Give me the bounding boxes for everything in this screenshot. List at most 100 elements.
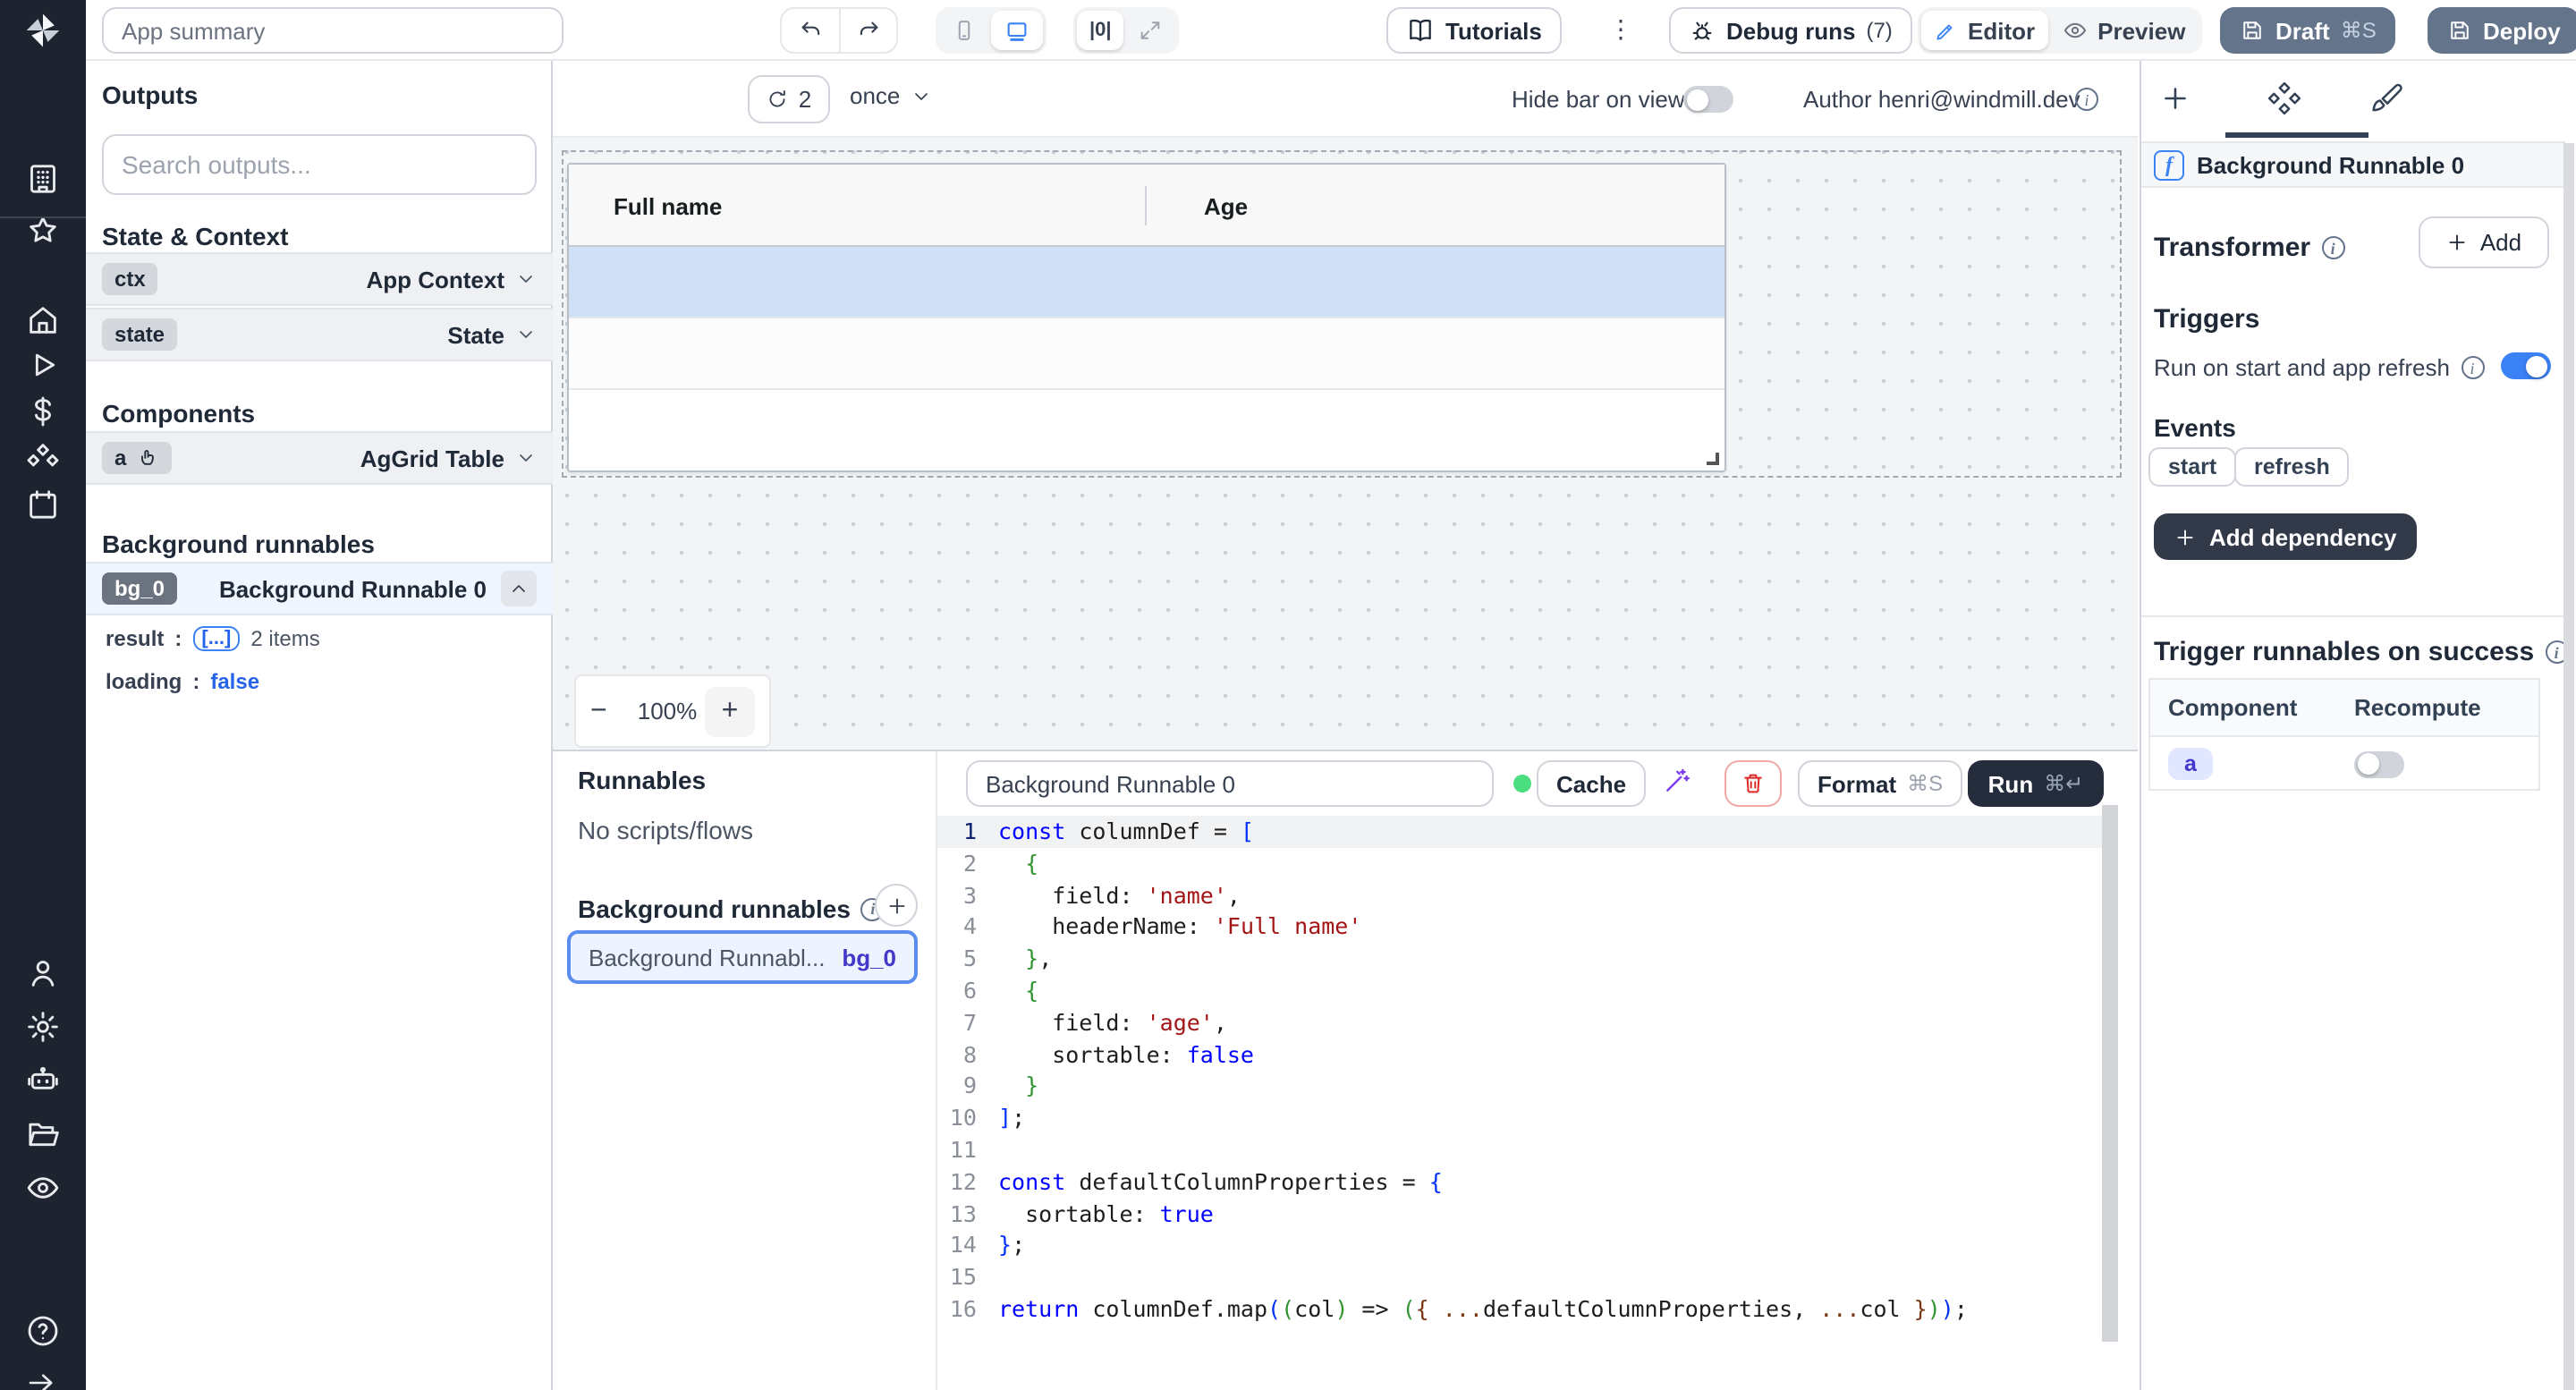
code-line[interactable]: 6 {	[937, 975, 2102, 1007]
fullscreen-canvas-button[interactable]	[1126, 11, 1176, 50]
collapse-bg0-button[interactable]	[501, 571, 537, 606]
sidebar-item-workspace[interactable]	[25, 161, 61, 197]
event-chip-start[interactable]: start	[2148, 447, 2236, 487]
runnables-editor-panel: Runnables No scripts/flows Background ru…	[553, 750, 2138, 1390]
aggrid-column-age[interactable]: Age	[1204, 165, 1248, 247]
format-button[interactable]: Format⌘S	[1798, 760, 1962, 807]
background-runnable-item-selected[interactable]: Background Runnabl... bg_0	[567, 930, 918, 984]
sidebar-item-account[interactable]	[25, 955, 61, 991]
delete-runnable-button[interactable]	[1724, 760, 1782, 807]
refresh-icon	[767, 88, 790, 111]
cache-button[interactable]: Cache	[1537, 760, 1646, 807]
sidebar-item-workers[interactable]	[25, 1063, 61, 1098]
loading-output-row[interactable]: loading : false	[106, 669, 259, 694]
zoom-out-button[interactable]: −	[590, 695, 630, 727]
sidebar-collapse-button[interactable]	[25, 1367, 61, 1390]
app-summary-input[interactable]	[102, 7, 564, 54]
sidebar-item-resources[interactable]	[25, 442, 61, 478]
tab-component-settings[interactable]	[2267, 81, 2302, 116]
preview-mode-label: Preview	[2097, 17, 2185, 44]
code-line[interactable]: 1const columnDef = [	[937, 816, 2102, 848]
run-on-start-toggle[interactable]	[2501, 352, 2551, 379]
output-row-ctx[interactable]: ctx App Context	[86, 252, 553, 306]
sidebar-item-favorites[interactable]	[25, 213, 61, 249]
run-on-start-info-icon[interactable]: i	[2461, 356, 2484, 379]
sidebar-item-home[interactable]	[25, 302, 61, 338]
windmill-logo[interactable]	[0, 0, 86, 61]
component-a-chip[interactable]: a	[2168, 748, 2213, 780]
result-expand-chip[interactable]: [...]	[192, 626, 240, 651]
add-background-runnable-button[interactable]	[875, 884, 918, 927]
sidebar-item-settings[interactable]	[25, 1009, 61, 1045]
event-chip-refresh[interactable]: refresh	[2234, 447, 2350, 487]
resize-handle[interactable]	[1707, 453, 1719, 465]
editor-scrollbar[interactable]	[2102, 805, 2118, 1342]
right-panel-scrollbar[interactable]	[2563, 143, 2574, 1390]
aggrid-row-selected[interactable]	[569, 247, 1724, 318]
desktop-view-button[interactable]	[991, 11, 1043, 50]
sidebar-item-runs[interactable]	[25, 347, 61, 383]
code-line[interactable]: 3 field: 'name',	[937, 879, 2102, 911]
result-output-row[interactable]: result : [...] 2 items	[106, 626, 320, 651]
code-line[interactable]: 9 }	[937, 1071, 2102, 1103]
code-editor[interactable]: 1const columnDef = [2 {3 field: 'name',4…	[937, 816, 2102, 1390]
preview-mode-button[interactable]: Preview	[2049, 11, 2198, 50]
background-runnable-item-badge: bg_0	[842, 944, 896, 970]
column-divider[interactable]	[1145, 186, 1147, 225]
sidebar-item-folders[interactable]	[25, 1116, 61, 1152]
center-canvas-button[interactable]: |0|	[1077, 11, 1124, 50]
runnable-name-input[interactable]	[966, 760, 1494, 807]
code-line[interactable]: 16return columnDef.map((col) => ({ ...de…	[937, 1293, 2102, 1326]
code-line[interactable]: 4 headerName: 'Full name'	[937, 911, 2102, 944]
code-line[interactable]: 7 field: 'age',	[937, 1007, 2102, 1039]
sidebar-item-audit-logs[interactable]	[25, 1170, 61, 1206]
undo-button[interactable]	[782, 7, 839, 54]
code-line[interactable]: 12const defaultColumnProperties = {	[937, 1166, 2102, 1199]
tab-insert-component[interactable]	[2159, 82, 2195, 118]
redo-button[interactable]	[839, 7, 896, 54]
code-line[interactable]: 13 sortable: true	[937, 1198, 2102, 1230]
recompute-mode-dropdown[interactable]: once	[850, 82, 932, 109]
sidebar-item-schedules[interactable]	[25, 487, 61, 522]
transformer-info-icon[interactable]: i	[2321, 236, 2344, 259]
function-icon: f	[2154, 149, 2184, 180]
search-outputs-input[interactable]	[102, 134, 537, 195]
sidebar-item-variables[interactable]	[25, 394, 61, 429]
code-line[interactable]: 8 sortable: false	[937, 1038, 2102, 1071]
more-menu-button[interactable]: ⋮	[1608, 14, 1633, 45]
aggrid-table-component[interactable]: Full name Age	[567, 163, 1726, 472]
canvas-grid-area[interactable]: Full name Age − 100% +	[553, 138, 2138, 750]
chevron-down-icon[interactable]	[515, 268, 537, 290]
hide-bar-toggle[interactable]	[1683, 86, 1733, 113]
mobile-view-button[interactable]	[939, 11, 989, 50]
editor-mode-button[interactable]: Editor	[1921, 11, 2047, 50]
output-row-component-a[interactable]: a AgGrid Table	[86, 431, 553, 485]
code-line[interactable]: 14};	[937, 1230, 2102, 1262]
zoom-in-button[interactable]: +	[705, 686, 755, 736]
draft-button[interactable]: Draft ⌘S	[2220, 7, 2396, 54]
chevron-down-icon[interactable]	[515, 447, 537, 469]
ai-assist-button[interactable]	[1662, 766, 1692, 796]
code-line[interactable]: 5 },	[937, 943, 2102, 975]
code-line[interactable]: 11	[937, 1134, 2102, 1166]
run-button[interactable]: Run⌘↵	[1968, 760, 2104, 807]
recompute-toggle[interactable]	[2354, 750, 2404, 777]
output-row-state[interactable]: state State	[86, 308, 553, 361]
aggrid-row[interactable]	[569, 318, 1724, 390]
debug-runs-button[interactable]: Debug runs (7)	[1669, 7, 1912, 54]
aggrid-column-full-name[interactable]: Full name	[614, 165, 722, 247]
output-row-bg0[interactable]: bg_0 Background Runnable 0	[86, 562, 553, 615]
tab-styling[interactable]	[2368, 81, 2404, 116]
sidebar-item-help[interactable]	[25, 1313, 61, 1349]
code-line[interactable]: 2 {	[937, 848, 2102, 880]
code-line[interactable]: 10];	[937, 1102, 2102, 1134]
chevron-down-icon[interactable]	[515, 324, 537, 345]
add-transformer-button[interactable]: Add	[2419, 216, 2549, 268]
deploy-button[interactable]: Deploy	[2428, 7, 2576, 54]
code-line[interactable]: 15	[937, 1261, 2102, 1293]
tutorials-button[interactable]: Tutorials	[1386, 7, 1562, 54]
gear-icon	[25, 1009, 61, 1045]
add-dependency-button[interactable]: Add dependency	[2154, 513, 2417, 560]
refresh-button[interactable]: 2	[748, 75, 830, 123]
author-info-icon[interactable]: i	[2075, 88, 2098, 111]
